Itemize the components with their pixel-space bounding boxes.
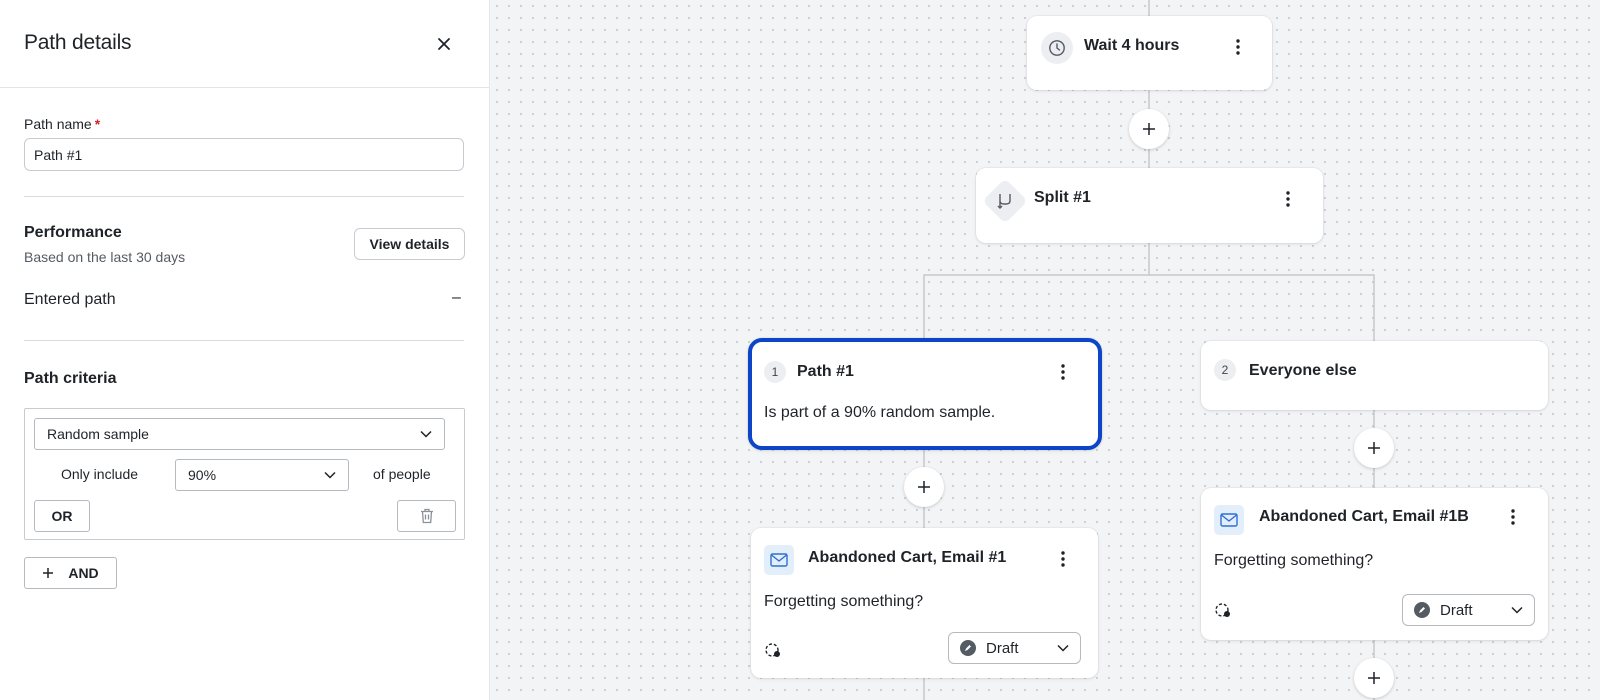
plus-icon [43,568,54,578]
divider [24,340,464,341]
plus-icon [918,481,930,493]
split-icon [997,194,1011,209]
path-1-node[interactable]: 1 Path #1 Is part of a 90% random sample… [748,338,1102,450]
chevron-down-icon [1511,606,1523,614]
chevron-down-icon [420,430,432,438]
panel-header: Path details [0,0,489,88]
chevron-down-icon [1057,644,1069,652]
only-include-label: Only include [61,466,139,482]
split-node[interactable]: Split #1 [976,168,1323,243]
wait-node-title: Wait 4 hours [1084,37,1180,54]
required-marker: * [94,116,101,132]
split-node-menu-button[interactable] [1278,187,1298,211]
add-step-button[interactable] [904,467,944,507]
close-icon [438,38,450,50]
path-2-node[interactable]: 2 Everyone else [1201,341,1548,410]
criteria-type-value: Random sample [47,426,149,442]
path-2-title: Everyone else [1249,362,1357,379]
kebab-icon [1236,39,1240,55]
draft-status-icon [960,640,976,656]
close-button[interactable] [430,30,458,58]
email-icon-badge [1214,505,1244,535]
kebab-icon [1511,509,1515,525]
add-and-button[interactable]: AND [24,557,117,589]
email-1b-menu-button[interactable] [1503,505,1523,529]
delete-criteria-button[interactable] [397,500,456,532]
plus-icon [1143,123,1155,135]
wait-node[interactable]: Wait 4 hours [1027,16,1272,90]
email-1b-subject: Forgetting something? [1214,552,1374,569]
add-step-button[interactable] [1129,109,1169,149]
path-name-label: Path name * [24,116,101,132]
kebab-icon [1286,191,1290,207]
and-label: AND [68,565,99,581]
plus-icon [1368,442,1380,454]
performance-subtitle: Based on the last 30 days [24,249,186,265]
criteria-group: Random sample Only include 90% of people… [24,408,465,540]
split-node-title: Split #1 [1034,189,1091,206]
view-details-button[interactable]: View details [354,228,465,260]
kebab-icon [1061,551,1065,567]
smart-sending-icon [1215,603,1230,617]
wait-node-menu-button[interactable] [1228,35,1248,59]
email-1b-status: Draft [1440,601,1473,619]
draft-status-icon [1414,602,1430,618]
entered-path-label: Entered path [24,291,116,308]
email-1-status: Draft [986,639,1019,657]
percent-select[interactable]: 90% [175,459,349,491]
chevron-down-icon [324,471,336,479]
email-1-title: Abandoned Cart, Email #1 [808,549,1007,566]
performance-title: Performance [24,224,122,241]
email-1-status-select[interactable]: Draft [948,632,1081,664]
path-number-badge: 1 [764,361,786,383]
clock-icon [1049,40,1065,56]
path-1-description: Is part of a 90% random sample. [764,404,996,421]
add-step-button[interactable] [1354,428,1394,468]
email-1b-status-select[interactable]: Draft [1402,594,1535,626]
percent-value: 90% [188,467,217,483]
email-1-menu-button[interactable] [1053,547,1073,571]
email-icon-badge [764,545,794,575]
kebab-icon [1061,364,1065,380]
email-1-subject: Forgetting something? [764,593,924,610]
entered-path-value: – [452,289,461,306]
flow-canvas[interactable]: Wait 4 hours Split #1 1 Path #1 Is part … [491,0,1600,700]
or-button[interactable]: OR [34,500,90,532]
path-name-input[interactable] [24,138,464,171]
wait-icon-badge [1041,32,1073,64]
mail-icon [770,553,788,567]
email-1-node[interactable]: Abandoned Cart, Email #1 Forgetting some… [751,528,1098,678]
criteria-type-select[interactable]: Random sample [34,418,445,450]
divider [24,196,464,197]
trash-icon [420,508,433,524]
email-1b-node[interactable]: Abandoned Cart, Email #1B Forgetting som… [1201,488,1548,640]
mail-icon [1220,513,1238,527]
path-details-panel: Path details Path name* Performance Base… [0,0,490,700]
path-1-title: Path #1 [797,363,854,380]
of-people-label: of people [373,466,431,482]
path-criteria-title: Path criteria [24,370,117,387]
plus-icon [1368,672,1380,684]
path-1-menu-button[interactable] [1053,360,1073,384]
smart-sending-icon [765,643,780,657]
email-1b-title: Abandoned Cart, Email #1B [1259,508,1469,525]
add-step-button[interactable] [1354,658,1394,698]
panel-title: Path details [24,31,132,54]
path-number-badge: 2 [1214,359,1236,381]
